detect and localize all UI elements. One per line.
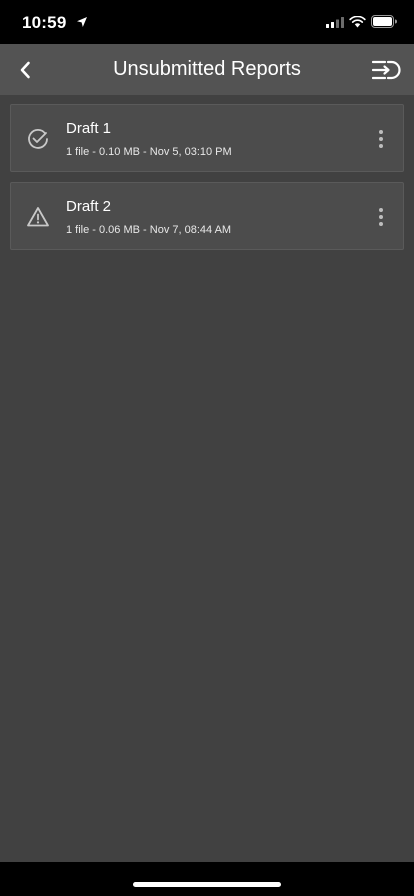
report-item[interactable]: Draft 2 1 file - 0.06 MB - Nov 7, 08:44 … [10,182,404,250]
report-title: Draft 2 [66,198,112,215]
warning-triangle-icon [27,207,49,227]
page-title: Unsubmitted Reports [113,58,301,80]
location-arrow-icon [77,17,87,27]
report-list: Draft 1 1 file - 0.10 MB - Nov 5, 03:10 … [10,104,404,260]
status-bar: 10:59 [0,0,414,44]
sort-exit-button[interactable] [362,44,412,95]
report-meta: 1 file - 0.10 MB - Nov 5, 03:10 PM [66,146,232,158]
report-title: Draft 1 [66,120,112,137]
report-item[interactable]: Draft 1 1 file - 0.10 MB - Nov 5, 03:10 … [10,104,404,172]
home-indicator[interactable] [133,882,281,887]
report-options-button[interactable] [369,203,393,231]
header-bar: Unsubmitted Reports [0,44,414,95]
report-meta: 1 file - 0.06 MB - Nov 7, 08:44 AM [66,224,232,236]
battery-icon [371,15,397,28]
cellular-signal-icon [326,17,344,28]
more-vertical-icon [379,208,383,226]
status-time: 10:59 [22,13,67,32]
wifi-icon [349,16,366,28]
sort-exit-icon [372,60,401,79]
report-options-button[interactable] [369,125,393,153]
more-vertical-icon [379,130,383,148]
home-indicator-area [0,862,414,896]
check-circle-icon [28,129,48,149]
